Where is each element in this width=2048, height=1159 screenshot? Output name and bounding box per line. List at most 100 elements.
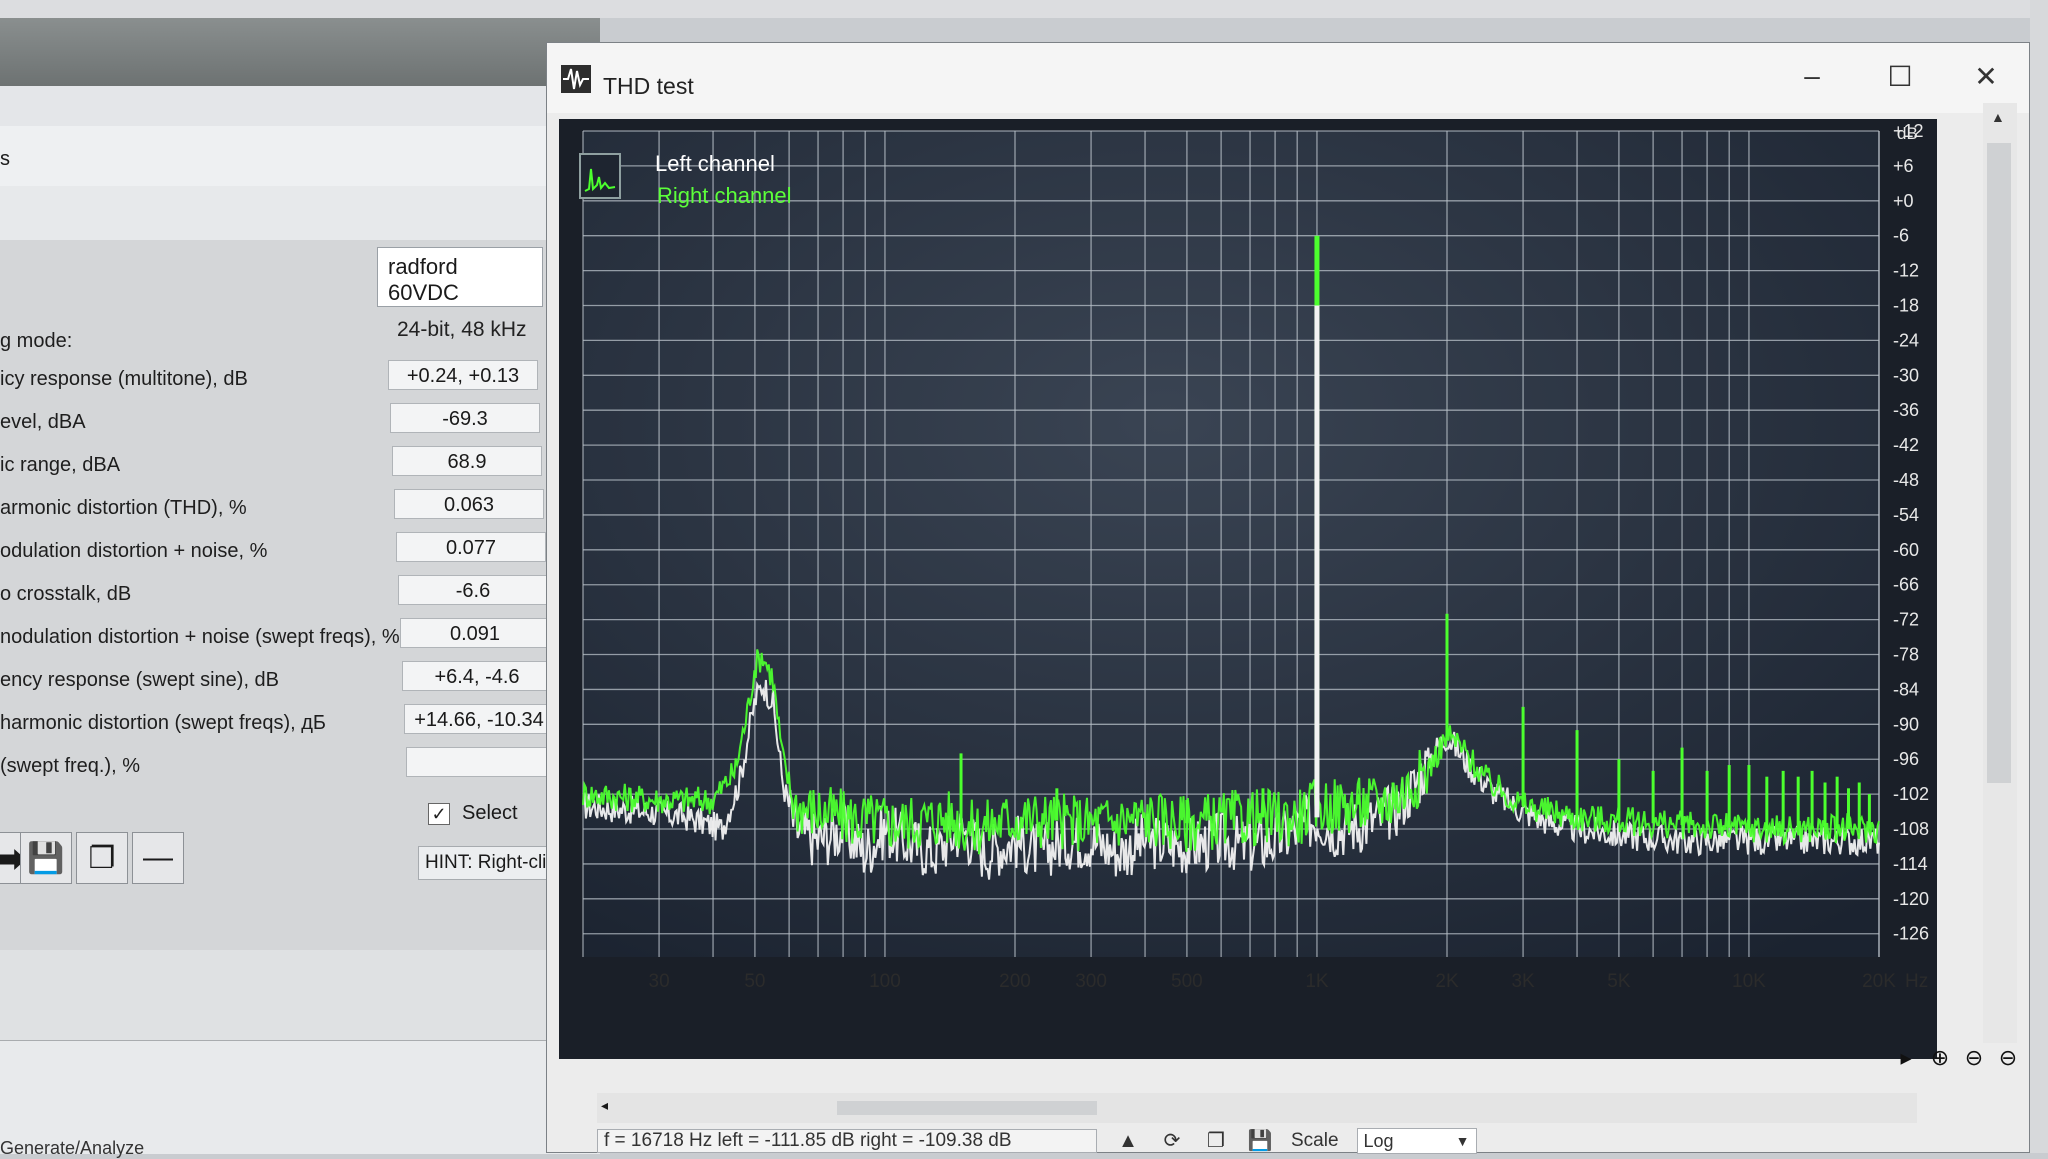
result-label: icy response (multitone), dB xyxy=(0,368,248,390)
zoom-controls: ▸ ⊕ ⊖ ⊖ xyxy=(1891,1043,2023,1073)
horizontal-scroll-thumb[interactable] xyxy=(837,1101,1097,1115)
x-tick-label: 50 xyxy=(744,971,765,992)
copy-button[interactable]: ❐ xyxy=(76,832,128,884)
y-tick-label: -90 xyxy=(1893,714,1919,734)
y-tick-label: -66 xyxy=(1893,575,1919,595)
background-toolbar-band xyxy=(0,18,600,86)
y-tick-label: -84 xyxy=(1893,679,1919,699)
result-value: 0.091 xyxy=(400,618,550,648)
y-tick-label: -108 xyxy=(1893,819,1929,839)
copy-graph-icon[interactable]: ❐ xyxy=(1203,1129,1229,1153)
y-tick-label: -12 xyxy=(1893,261,1919,281)
result-value: 68.9 xyxy=(392,446,542,476)
title-bar[interactable]: THD test – ☐ ✕ xyxy=(547,43,2029,113)
scale-label: Scale xyxy=(1291,1130,1339,1151)
y-tick-label: -114 xyxy=(1893,854,1928,874)
x-tick-label: 5K xyxy=(1607,971,1631,992)
result-label: ency response (swept sine), dB xyxy=(0,669,280,691)
result-value: +14.66, -10.34 xyxy=(404,704,554,734)
result-label: evel, dBA xyxy=(0,411,86,433)
spectrum-chart[interactable]: dB+12+6+0-6-12-18-24-30-36-42-48-54-60-6… xyxy=(559,119,1937,1059)
maximize-button[interactable]: ☐ xyxy=(1865,53,1935,99)
zoom-out-icon[interactable]: ⊖ xyxy=(1959,1043,1989,1073)
x-tick-label: 3K xyxy=(1511,971,1535,992)
floppy-disk-icon: 💾 xyxy=(27,841,65,875)
y-tick-label: -78 xyxy=(1893,645,1919,665)
legend-right-channel[interactable]: Right channel xyxy=(657,183,792,209)
result-value: +0.24, +0.13 xyxy=(388,360,538,390)
zoom-in-icon[interactable]: ⊕ xyxy=(1925,1043,1955,1073)
background-panel xyxy=(0,186,600,240)
thd-test-window: THD test – ☐ ✕ dB +12 +6 +0 -6 -12 -18 -24 -30 -3… xyxy=(546,42,2030,1154)
y-tick-label: +12 xyxy=(1893,121,1924,141)
y-tick-label: -120 xyxy=(1893,889,1929,909)
result-label: nodulation distortion + noise (swept fre… xyxy=(0,626,400,648)
generate-analyze-tab[interactable]: Generate/Analyze xyxy=(0,1138,144,1159)
y-tick-label: -54 xyxy=(1893,505,1919,525)
result-label: armonic distortion (THD), % xyxy=(0,497,247,519)
scale-value: Log xyxy=(1363,1131,1394,1151)
cursor-readout: f = 16718 Hz left = -111.85 dB right = -… xyxy=(597,1129,1097,1153)
zoom-reset-icon[interactable]: ⊖ xyxy=(1993,1043,2023,1073)
result-label: ic range, dBA xyxy=(0,454,121,476)
result-label: o crosstalk, dB xyxy=(0,583,132,605)
section-label: s xyxy=(0,148,10,170)
close-button[interactable]: ✕ xyxy=(1951,53,2021,99)
scroll-up-icon[interactable]: ▲ xyxy=(1991,109,2005,125)
status-bar: f = 16718 Hz left = -111.85 dB right = -… xyxy=(597,1128,1997,1154)
x-tick-label: 20K xyxy=(1862,971,1896,992)
y-tick-label: -60 xyxy=(1893,540,1919,560)
x-tick-label: 1K xyxy=(1305,971,1329,992)
select-checkbox[interactable]: ✓ xyxy=(428,802,450,825)
y-tick-label: -18 xyxy=(1893,296,1919,316)
y-tick-label: -24 xyxy=(1893,330,1919,350)
y-tick-label: -126 xyxy=(1893,924,1929,944)
horizontal-scrollbar[interactable]: ◂ xyxy=(597,1093,1917,1123)
remove-button[interactable]: — xyxy=(132,832,184,884)
save-button[interactable]: 💾 xyxy=(20,832,72,884)
result-value: 0.077 xyxy=(396,532,546,562)
maximize-icon: ☐ xyxy=(1887,60,1913,92)
result-label: (swept freq.), % xyxy=(0,755,141,777)
x-tick-label: 10K xyxy=(1732,971,1766,992)
x-tick-label: 30 xyxy=(649,971,670,992)
profile-name-field[interactable]: radford 60VDC xyxy=(377,247,543,307)
window-title: THD test xyxy=(603,73,694,99)
scroll-right-icon[interactable]: ▸ xyxy=(1891,1043,1921,1073)
x-tick-label: 200 xyxy=(999,971,1031,992)
y-tick-label: -36 xyxy=(1893,400,1919,420)
result-label: harmonic distortion (swept freqs), дБ xyxy=(0,712,327,734)
x-tick-label: 2K xyxy=(1435,971,1459,992)
select-row[interactable]: ✓ Select xyxy=(428,802,518,825)
x-tick-label: 500 xyxy=(1171,971,1203,992)
x-tick-label: 300 xyxy=(1075,971,1107,992)
vertical-scrollbar[interactable]: ▲ xyxy=(1983,103,2017,1043)
y-tick-label: -96 xyxy=(1893,749,1919,769)
mode-value: 24-bit, 48 kHz xyxy=(397,318,527,341)
mode-label: g mode: xyxy=(0,330,73,352)
spectrum-plot[interactable]: dB +12 +6 +0 -6 -12 -18 -24 -30 -36 -42 -48 -54 -60 -6… xyxy=(559,119,1937,1059)
save-graph-icon[interactable]: 💾 xyxy=(1247,1129,1273,1153)
result-value: -6.6 xyxy=(398,575,548,605)
result-value: 0.063 xyxy=(394,489,544,519)
background-top-strip xyxy=(0,0,2048,18)
y-tick-label: -6 xyxy=(1893,226,1909,246)
y-tick-label: +0 xyxy=(1893,191,1914,211)
spectrum-legend-icon[interactable] xyxy=(579,153,621,199)
y-tick-label: -102 xyxy=(1893,784,1929,804)
marker-icon[interactable]: ▲ xyxy=(1115,1129,1141,1153)
select-label: Select xyxy=(462,802,518,824)
scroll-left-icon[interactable]: ◂ xyxy=(601,1097,608,1114)
copy-icon: ❐ xyxy=(88,841,116,875)
background-menu-band xyxy=(0,86,600,127)
minimize-icon: – xyxy=(1804,60,1820,91)
legend-left-channel[interactable]: Left channel xyxy=(655,151,775,177)
minus-icon: — xyxy=(143,841,173,874)
close-icon: ✕ xyxy=(1974,60,1998,92)
background-section-band: s xyxy=(0,126,600,187)
minimize-button[interactable]: – xyxy=(1777,53,1847,99)
scale-select[interactable]: Log ▼ xyxy=(1356,1128,1477,1154)
vertical-scroll-thumb[interactable] xyxy=(1987,143,2011,783)
x-tick-label: 100 xyxy=(869,971,901,992)
refresh-icon[interactable]: ⟳ xyxy=(1159,1129,1185,1153)
